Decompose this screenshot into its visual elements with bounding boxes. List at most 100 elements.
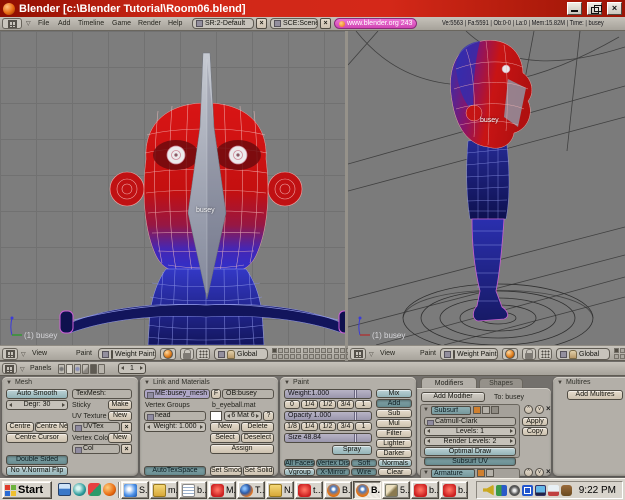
fake-user-button[interactable]: F — [211, 389, 221, 399]
centre-new-button[interactable]: Centre New — [35, 422, 68, 432]
quicklaunch-desktop-icon[interactable] — [58, 483, 71, 496]
header-collapse-icon[interactable]: ▽ — [21, 351, 26, 358]
menu-view[interactable]: View — [380, 350, 395, 357]
tray-print-icon[interactable] — [548, 485, 559, 496]
logic-context-icon[interactable] — [58, 364, 65, 374]
header-collapse-icon[interactable]: ▽ — [20, 366, 25, 373]
vgroup-delete-button[interactable]: Delete — [241, 422, 274, 432]
viewport-3d-front[interactable]: busey (1) busey — [0, 31, 345, 345]
header-collapse-icon[interactable]: ▽ — [26, 20, 31, 27]
menu-render[interactable]: Render — [138, 20, 161, 27]
editor-type-menu[interactable] — [2, 363, 17, 374]
opacity-preset-quarter[interactable]: 1/4 — [301, 422, 318, 431]
task-blender-active[interactable]: B.. — [353, 481, 381, 499]
start-button[interactable]: Start — [2, 481, 52, 499]
vgroup-select-button[interactable]: Select — [210, 433, 240, 443]
weight-preset-1[interactable]: 1 — [355, 400, 372, 409]
tray-display-icon[interactable] — [535, 485, 546, 496]
vgroup-toggle[interactable]: Vgroup — [284, 468, 315, 476]
texmesh-field[interactable]: TexMesh: — [72, 389, 132, 399]
modifier-render-icon[interactable] — [477, 469, 485, 477]
blend-add-button[interactable]: Add — [376, 399, 412, 408]
modifier-realtime-icon[interactable] — [482, 406, 490, 414]
task-app-t[interactable]: t... — [295, 481, 323, 499]
task-app-m[interactable]: M.. — [208, 481, 236, 499]
volume-icon[interactable] — [483, 485, 494, 496]
editor-type-menu[interactable] — [2, 348, 18, 360]
task-browser[interactable]: T.. — [237, 481, 265, 499]
centre-button[interactable]: Centre — [6, 422, 34, 432]
uv-texture-new-button[interactable]: New — [108, 411, 132, 421]
pivot-button[interactable] — [196, 348, 210, 360]
vertex-group-selector[interactable]: head — [144, 411, 206, 421]
armature-delete-icon[interactable]: × — [546, 468, 551, 476]
degrees-spinner[interactable]: Degr: 30 — [6, 400, 68, 410]
menu-file[interactable]: File — [38, 20, 49, 27]
uvtex-delete-icon[interactable]: × — [121, 422, 132, 432]
panels-menu[interactable]: Panels — [30, 365, 51, 372]
multires-panel-header[interactable]: ▼Multires — [557, 379, 590, 386]
subsurf-render-levels-spinner[interactable]: Render Levels: 2 — [424, 437, 516, 446]
screen-delete-icon[interactable]: × — [256, 18, 267, 29]
link-panel-header[interactable]: ▼Link and Materials — [144, 379, 210, 386]
panel-collapse-icon[interactable]: ▼ — [144, 380, 150, 386]
soft-toggle[interactable]: Soft — [351, 459, 377, 467]
vgroup-new-button[interactable]: New — [210, 422, 240, 432]
all-faces-toggle[interactable]: All Faces — [284, 459, 315, 467]
subsurf-uv-toggle[interactable]: Subsurf UV — [424, 457, 516, 466]
mesh-panel-header[interactable]: ▼Mesh — [6, 379, 32, 386]
panel-collapse-icon[interactable]: ▼ — [557, 380, 563, 386]
weight-preset-half[interactable]: 1/2 — [319, 400, 336, 409]
modifier-collapse-icon[interactable]: ▼ — [423, 407, 429, 413]
spray-toggle[interactable]: Spray — [332, 445, 372, 455]
weight-preset-quarter[interactable]: 1/4 — [301, 400, 318, 409]
subsurf-name-field[interactable]: Subsurf — [431, 406, 471, 415]
opacity-preset-half[interactable]: 1/2 — [319, 422, 336, 431]
panel-collapse-icon[interactable]: ▼ — [284, 380, 290, 386]
weight-slider[interactable]: Weight:1.000 — [284, 389, 372, 399]
vgroup-deselect-button[interactable]: Deselect — [241, 433, 274, 443]
tray-msn-icon[interactable] — [522, 485, 533, 496]
window-type-menu[interactable] — [2, 18, 22, 29]
close-button[interactable]: × — [607, 2, 622, 15]
slider-knob[interactable] — [354, 390, 357, 398]
quicklaunch-search-icon[interactable] — [73, 483, 86, 496]
brush-size-slider[interactable]: Size 48.84 — [284, 433, 372, 443]
modifier-move-down-icon[interactable]: v — [535, 468, 544, 477]
autotexspace-toggle[interactable]: AutoTexSpace — [144, 466, 206, 476]
material-color-swatch[interactable] — [210, 411, 222, 421]
lock-view-button[interactable] — [180, 348, 194, 360]
mode-selector[interactable]: Weight Paint — [98, 348, 156, 360]
optimal-draw-toggle[interactable]: Optimal Draw — [424, 447, 516, 456]
mesh-datablock-field[interactable]: ME:busey_mesh — [144, 389, 210, 399]
material-index-spinner[interactable]: 6 Mat 6 — [224, 411, 262, 421]
opacity-slider[interactable]: Opacity 1.000 — [284, 411, 372, 421]
vgroup-assign-button[interactable]: Assign — [210, 444, 274, 454]
centre-cursor-button[interactable]: Centre Cursor — [6, 433, 68, 443]
viewport-3d-side[interactable]: busey (1) busey — [348, 31, 625, 345]
panel-collapse-icon[interactable]: ▼ — [6, 380, 12, 386]
subsurf-delete-icon[interactable]: × — [546, 405, 551, 413]
armature-name-field[interactable]: Armature — [431, 469, 475, 478]
modifier-move-down-icon[interactable]: v — [535, 405, 544, 414]
task-app-b1[interactable]: b.. — [411, 481, 439, 499]
window-titlebar[interactable]: Blender [c:\Blender Tutorial\Room06.blen… — [0, 0, 625, 17]
weight-preset-0[interactable]: 0 — [284, 400, 300, 409]
layer-buttons-group-1[interactable] — [614, 348, 625, 359]
subsurf-type-selector[interactable]: Catmull-Clark — [424, 417, 516, 426]
blend-mul-button[interactable]: Mul — [376, 419, 412, 428]
modifier-collapse-icon[interactable]: ▼ — [423, 470, 429, 476]
weight-preset-threequarter[interactable]: 3/4 — [337, 400, 354, 409]
orientation-selector[interactable]: Global — [214, 348, 268, 360]
buttons-page-spinner[interactable]: 1 — [118, 363, 146, 374]
restore-button[interactable] — [587, 2, 602, 15]
blend-sub-button[interactable]: Sub — [376, 409, 412, 418]
menu-view[interactable]: View — [32, 350, 47, 357]
menu-add[interactable]: Add — [58, 20, 70, 27]
subsurf-copy-button[interactable]: Copy — [522, 427, 548, 436]
menu-help[interactable]: Help — [168, 20, 182, 27]
vertex-dist-toggle[interactable]: Vertex Dist — [316, 459, 350, 467]
scene-context-icon[interactable] — [98, 364, 105, 374]
menu-game[interactable]: Game — [112, 20, 131, 27]
task-search[interactable]: S.. — [121, 481, 149, 499]
